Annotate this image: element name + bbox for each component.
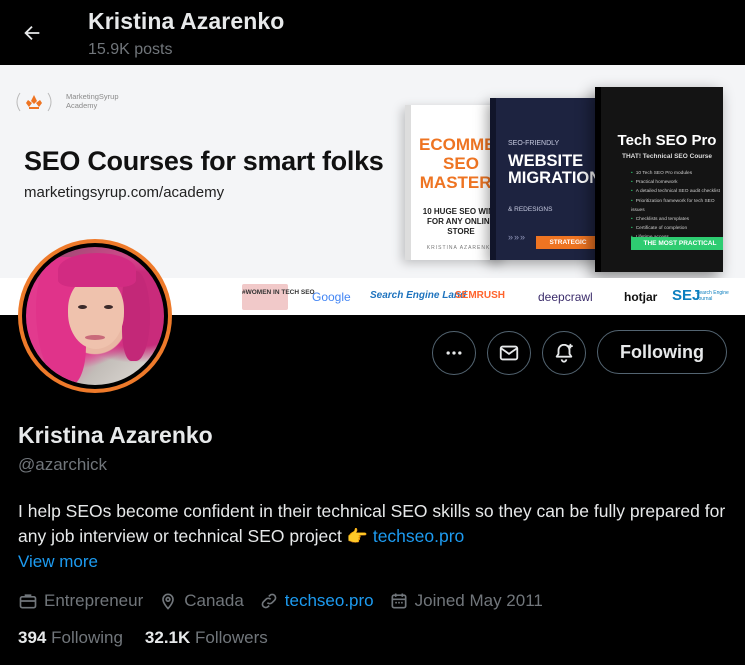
- message-button[interactable]: [487, 331, 531, 375]
- briefcase-icon: [19, 594, 37, 609]
- following-button[interactable]: Following: [597, 330, 727, 374]
- banner-title: SEO Courses for smart folks: [24, 146, 384, 176]
- book3-feature-list: 10 Tech SEO Pro modules Practical homewo…: [631, 169, 723, 243]
- book2-subtitle: & REDESIGNS: [508, 206, 553, 213]
- list-item: 10 Tech SEO Pro modules: [631, 169, 723, 178]
- view-more-link[interactable]: View more: [18, 552, 98, 572]
- calendar-icon: [391, 593, 407, 609]
- book3-tag: THE MOST PRACTICAL: [631, 237, 723, 250]
- laurel-logo-icon: [16, 92, 52, 112]
- logo-text-2: Academy: [66, 101, 98, 110]
- profile-stats: 394 Following 32.1K Followers: [18, 628, 290, 648]
- book-tech-seo-pro: Tech SEO Pro THAT! Technical SEO Course …: [595, 87, 723, 272]
- category-item: Entrepreneur: [18, 591, 143, 611]
- arrow-left-icon: [24, 25, 40, 41]
- website-link[interactable]: techseo.pro: [285, 591, 374, 611]
- search-engine-land-logo: Search Engine Land: [370, 290, 467, 301]
- location-label: Canada: [184, 591, 244, 610]
- profile-name: Kristina Azarenko: [18, 422, 213, 448]
- sej-logo-subtitle: Search Engine Journal: [696, 290, 729, 302]
- chevrons-icon: »»»: [508, 232, 527, 242]
- more-options-button[interactable]: [432, 331, 476, 375]
- bio-link[interactable]: techseo.pro: [373, 526, 464, 546]
- marketingsyrup-logo: MarketingSyrup Academy: [12, 87, 119, 117]
- joined-label: Joined May 2011: [414, 591, 543, 610]
- more-dots-icon: [446, 351, 462, 355]
- location-pin-icon: [162, 593, 175, 610]
- following-count: 394: [18, 628, 47, 647]
- book2-pretitle: SEO-FRIENDLY: [508, 140, 560, 147]
- list-item: Checklists and templates: [631, 215, 723, 224]
- list-item: Certificate of completion: [631, 224, 723, 233]
- bio-text: I help SEOs become confident in their te…: [18, 501, 726, 546]
- profile-avatar[interactable]: [18, 239, 172, 393]
- profile-bio: I help SEOs become confident in their te…: [18, 499, 728, 549]
- avatar-photo: [26, 247, 164, 385]
- book-website-migrations: SEO-FRIENDLY WEBSITE MIGRATIONS & REDESI…: [490, 98, 600, 260]
- book3-title: Tech SEO Pro: [617, 132, 717, 149]
- women-in-tech-seo-logo: #WOMEN IN TECH SEO: [242, 284, 315, 310]
- location-item: Canada: [158, 591, 244, 611]
- header-post-count: 15.9K posts: [88, 41, 173, 58]
- banner-url: marketingsyrup.com/academy: [24, 184, 225, 201]
- list-item: A detailed technical SEO audit checklist: [631, 187, 723, 196]
- envelope-icon: [499, 345, 519, 361]
- followers-stat[interactable]: 32.1K Followers: [145, 628, 268, 648]
- followers-label: Followers: [195, 628, 268, 647]
- semrush-logo: SEMRUSH: [455, 290, 506, 301]
- top-bar: Kristina Azarenko 15.9K posts: [0, 0, 745, 65]
- following-stat[interactable]: 394 Following: [18, 628, 123, 648]
- hotjar-logo: hotjar: [624, 290, 658, 304]
- notifications-button[interactable]: [542, 331, 586, 375]
- category-label: Entrepreneur: [44, 591, 144, 610]
- list-item: Practical homework: [631, 178, 723, 187]
- deepcrawl-logo: deepcrawl: [538, 290, 593, 304]
- followers-count: 32.1K: [144, 628, 191, 647]
- link-icon: [261, 593, 277, 609]
- book2-tag: STRATEGIC: [536, 236, 600, 249]
- bell-plus-icon: [555, 343, 573, 363]
- back-button[interactable]: [18, 19, 46, 47]
- profile-handle: @azarchick: [18, 455, 108, 474]
- pointing-hand-icon: 👉: [346, 527, 368, 546]
- google-logo: Google: [312, 290, 351, 304]
- following-label: Following: [51, 628, 123, 647]
- joined-item: Joined May 2011: [389, 591, 543, 611]
- website-item: techseo.pro: [259, 591, 374, 611]
- book2-title: WEBSITE MIGRATIONS: [508, 152, 600, 187]
- logo-text-1: MarketingSyrup: [66, 92, 119, 101]
- book3-subtitle: THAT! Technical SEO Course: [621, 153, 713, 160]
- profile-meta: Entrepreneur Canada techseo.pro Joined M…: [18, 589, 558, 613]
- list-item: Prioritization framework for tech SEO is…: [631, 197, 723, 215]
- header-name: Kristina Azarenko: [88, 8, 285, 34]
